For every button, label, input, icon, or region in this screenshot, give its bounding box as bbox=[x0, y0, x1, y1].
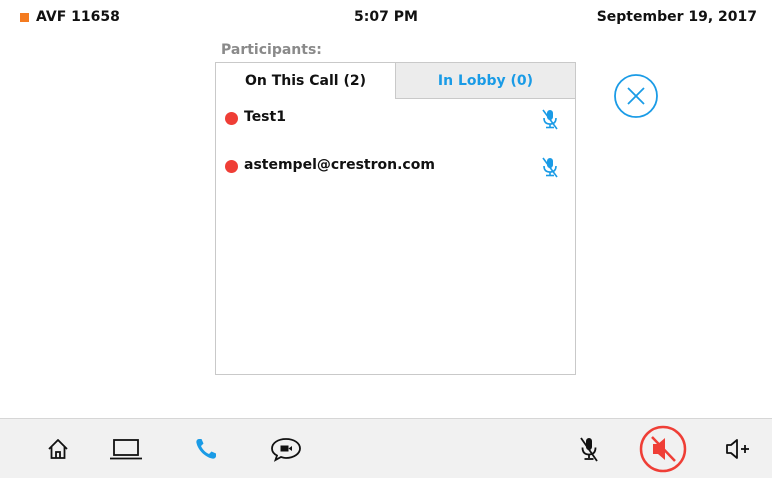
status-bar: AVF 11658 5:07 PM September 19, 2017 bbox=[0, 0, 772, 36]
laptop-icon bbox=[110, 439, 142, 460]
chat-video-button[interactable] bbox=[266, 429, 306, 469]
tab-in-lobby[interactable]: In Lobby (0) bbox=[395, 63, 575, 99]
mic-mute-button[interactable] bbox=[569, 429, 609, 469]
participant-name: astempel@crestron.com bbox=[244, 157, 435, 173]
home-icon bbox=[48, 439, 68, 459]
phone-icon bbox=[196, 439, 216, 459]
call-button[interactable] bbox=[186, 429, 226, 469]
close-button[interactable] bbox=[613, 73, 659, 119]
mic-muted-icon bbox=[580, 437, 598, 462]
chat-video-icon bbox=[271, 438, 301, 462]
tab-on-this-call[interactable]: On This Call (2) bbox=[216, 63, 395, 99]
participant-name: Test1 bbox=[244, 109, 286, 125]
status-dot bbox=[225, 160, 238, 173]
participants-panel: On This Call (2) In Lobby (0) Test1 aste… bbox=[215, 62, 576, 375]
speaker-mute-button[interactable] bbox=[638, 424, 688, 474]
speaker-muted-icon bbox=[639, 425, 687, 473]
participant-row[interactable]: astempel@crestron.com bbox=[216, 153, 575, 181]
participants-tabs: On This Call (2) In Lobby (0) bbox=[216, 63, 575, 99]
volume-up-icon bbox=[726, 439, 749, 459]
volume-up-button[interactable] bbox=[718, 429, 758, 469]
home-button[interactable] bbox=[38, 429, 78, 469]
participants-heading: Participants: bbox=[221, 42, 322, 58]
mic-muted-icon[interactable] bbox=[539, 107, 561, 131]
participant-row[interactable]: Test1 bbox=[216, 105, 575, 133]
status-dot bbox=[225, 112, 238, 125]
present-button[interactable] bbox=[106, 429, 146, 469]
mic-muted-icon[interactable] bbox=[539, 155, 561, 179]
bottom-navigation-bar bbox=[0, 418, 772, 478]
close-circle-icon bbox=[614, 74, 658, 118]
date: September 19, 2017 bbox=[596, 9, 757, 25]
